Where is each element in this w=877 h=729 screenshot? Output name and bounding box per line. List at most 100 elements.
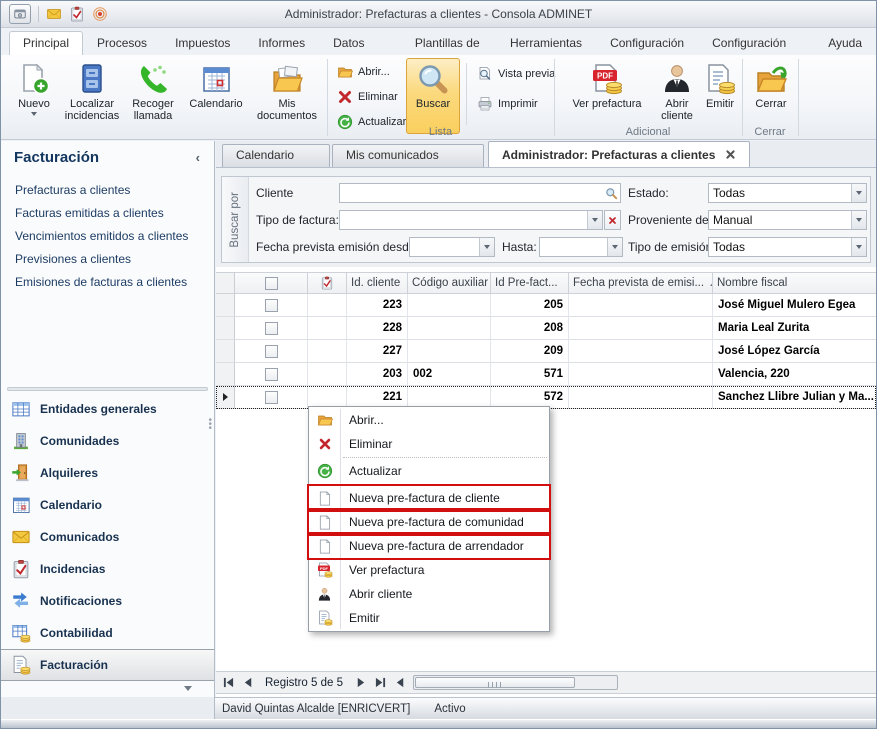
ribbon-tab-procesos[interactable]: Procesos: [83, 31, 161, 55]
sidebar-splitter[interactable]: [7, 387, 208, 391]
menu-item-nueva-prefactura-arrendador[interactable]: Nueva pre-factura de arrendador: [309, 534, 549, 558]
row-checkbox[interactable]: [235, 340, 308, 363]
cerrar-button[interactable]: Cerrar: [747, 58, 795, 134]
menu-item-abrir-cliente[interactable]: Abrir cliente: [309, 582, 549, 606]
row-checkbox[interactable]: [235, 294, 308, 317]
col-id-cliente[interactable]: Id. cliente: [347, 272, 408, 294]
table-row[interactable]: 228 208 Maria Leal Zurita: [216, 317, 876, 340]
checkbox-header[interactable]: [235, 272, 308, 294]
chevron-down-icon[interactable]: [851, 184, 866, 202]
calendario-button[interactable]: Calendario: [183, 58, 249, 134]
recoger-llamada-button[interactable]: Recoger llamada: [125, 58, 181, 134]
sidebar-item-alquileres[interactable]: Alquileres: [1, 457, 214, 489]
abrir-button[interactable]: Abrir...: [333, 61, 394, 83]
ribbon-tab-ayuda[interactable]: Ayuda: [814, 31, 876, 55]
ribbon-tab-configuracion[interactable]: Configuración: [596, 31, 698, 55]
imprimir-button[interactable]: Imprimir: [473, 93, 542, 115]
menu-item-actualizar[interactable]: Actualizar: [309, 459, 549, 483]
table-row[interactable]: 203 002 571 Valencia, 220: [216, 363, 876, 386]
horizontal-scrollbar[interactable]: [413, 675, 618, 690]
scrollbar-thumb[interactable]: [415, 677, 575, 688]
buscar-button[interactable]: Buscar: [406, 58, 460, 134]
row-checkbox[interactable]: [235, 386, 308, 409]
col-fecha-prevista[interactable]: Fecha prevista de emisi...: [569, 272, 713, 294]
search-lookup-icon[interactable]: [603, 184, 620, 202]
ribbon-tab-datos-basicos[interactable]: Datos básicos: [319, 31, 401, 55]
row-checkbox[interactable]: [235, 317, 308, 340]
scroll-left-button[interactable]: [391, 674, 409, 691]
last-record-button[interactable]: [371, 674, 389, 691]
chevron-left-icon[interactable]: ‹: [196, 150, 200, 165]
estado-combo[interactable]: Todas: [708, 183, 867, 203]
sidebar-item-comunidades[interactable]: Comunidades: [1, 425, 214, 457]
cliente-input[interactable]: [339, 183, 621, 203]
table-row[interactable]: 227 209 José López García: [216, 340, 876, 363]
sidebar-link-vencimientos[interactable]: Vencimientos emitidos a clientes: [15, 225, 188, 248]
chevron-down-icon[interactable]: [851, 238, 866, 256]
sidebar-item-comunicados[interactable]: Comunicados: [1, 521, 214, 553]
ribbon-tab-plantillas[interactable]: Plantillas de texto: [401, 31, 496, 55]
sidebar-link-emisiones[interactable]: Emisiones de facturas a clientes: [15, 271, 188, 294]
tab-calendario[interactable]: Calendario: [222, 144, 330, 167]
tipo-emision-combo[interactable]: Todas: [708, 237, 867, 257]
document-tab-bar: Calendario Mis comunicados activos Admin…: [216, 141, 876, 167]
mail-icon[interactable]: [46, 6, 62, 22]
sidebar-link-previsiones[interactable]: Previsiones a clientes: [15, 248, 188, 271]
tab-mis-comunicados[interactable]: Mis comunicados activos: [332, 144, 484, 167]
chevron-down-icon[interactable]: [587, 211, 602, 229]
ribbon-tab-configuracion-personal[interactable]: Configuración personal: [698, 31, 814, 55]
hasta-combo[interactable]: [539, 237, 623, 257]
tab-prefacturas-activa[interactable]: Administrador: Prefacturas a clientes: [488, 141, 750, 167]
chevron-down-icon[interactable]: [851, 211, 866, 229]
broadcast-icon[interactable]: [92, 6, 108, 22]
ribbon-tab-principal[interactable]: Principal: [9, 31, 83, 55]
group-label-cerrar: Cerrar: [742, 126, 798, 138]
mis-documentos-button[interactable]: Mis documentos: [251, 58, 323, 134]
menu-item-nueva-prefactura-cliente[interactable]: Nueva pre-factura de cliente: [309, 486, 549, 510]
record-counter: Registro 5 de 5: [259, 677, 349, 689]
sidebar-item-incidencias[interactable]: Incidencias: [1, 553, 214, 585]
vista-previa-button[interactable]: Vista previa: [473, 63, 559, 85]
chevron-down-icon[interactable]: [184, 686, 192, 691]
first-record-button[interactable]: [219, 674, 237, 691]
sidebar-link-prefacturas[interactable]: Prefacturas a clientes: [15, 179, 188, 202]
menu-item-emitir[interactable]: Emitir: [309, 606, 549, 630]
col-nombre-fiscal[interactable]: Nombre fiscal: [713, 272, 876, 294]
nuevo-button[interactable]: Nuevo: [9, 58, 59, 134]
menu-item-nueva-prefactura-comunidad[interactable]: Nueva pre-factura de comunidad: [309, 510, 549, 534]
ribbon-tab-impuestos[interactable]: Impuestos: [161, 31, 244, 55]
chevron-down-icon[interactable]: [479, 238, 494, 256]
menu-item-abrir[interactable]: Abrir...: [309, 408, 549, 432]
ver-prefactura-button[interactable]: Ver prefactura: [561, 58, 653, 134]
table-row[interactable]: 223 205 José Miguel Mulero Egea: [216, 294, 876, 317]
sidebar-item-contabilidad[interactable]: Contabilidad: [1, 617, 214, 649]
sidebar-link-facturas-emitidas[interactable]: Facturas emitidas a clientes: [15, 202, 188, 225]
check-column-header[interactable]: [308, 272, 347, 294]
sidebar-item-calendario[interactable]: Calendario: [1, 489, 214, 521]
new-document-icon: [18, 63, 50, 95]
proveniente-combo[interactable]: Manual: [708, 210, 867, 230]
menu-item-eliminar[interactable]: Eliminar: [309, 432, 549, 456]
tipo-factura-combo[interactable]: [339, 210, 603, 230]
ribbon-tab-informes[interactable]: Informes: [244, 31, 319, 55]
tasks-icon[interactable]: [69, 6, 85, 22]
next-record-button[interactable]: [351, 674, 369, 691]
col-codigo-auxiliar[interactable]: Código auxiliar: [408, 272, 491, 294]
eliminar-button[interactable]: Eliminar: [333, 86, 402, 108]
abrir-cliente-button[interactable]: Abrir cliente: [655, 58, 699, 134]
chevron-down-icon[interactable]: [607, 238, 622, 256]
close-icon[interactable]: [725, 149, 736, 160]
fecha-desde-combo[interactable]: [409, 237, 495, 257]
sidebar-item-entidades-generales[interactable]: Entidades generales: [1, 393, 214, 425]
ribbon-tab-herramientas[interactable]: Herramientas: [496, 31, 596, 55]
app-window-icon[interactable]: [9, 4, 31, 24]
row-checkbox[interactable]: [235, 363, 308, 386]
menu-item-ver-prefactura[interactable]: Ver prefactura: [309, 558, 549, 582]
localizar-incidencias-button[interactable]: Localizar incidencias: [61, 58, 123, 134]
col-id-prefactura[interactable]: Id Pre-fact...: [491, 272, 569, 294]
sidebar-item-notificaciones[interactable]: Notificaciones: [1, 585, 214, 617]
sidebar-item-facturacion[interactable]: Facturación: [1, 649, 214, 681]
clear-filter-button[interactable]: [604, 210, 621, 230]
previous-record-button[interactable]: [239, 674, 257, 691]
emitir-button[interactable]: Emitir: [701, 58, 739, 134]
